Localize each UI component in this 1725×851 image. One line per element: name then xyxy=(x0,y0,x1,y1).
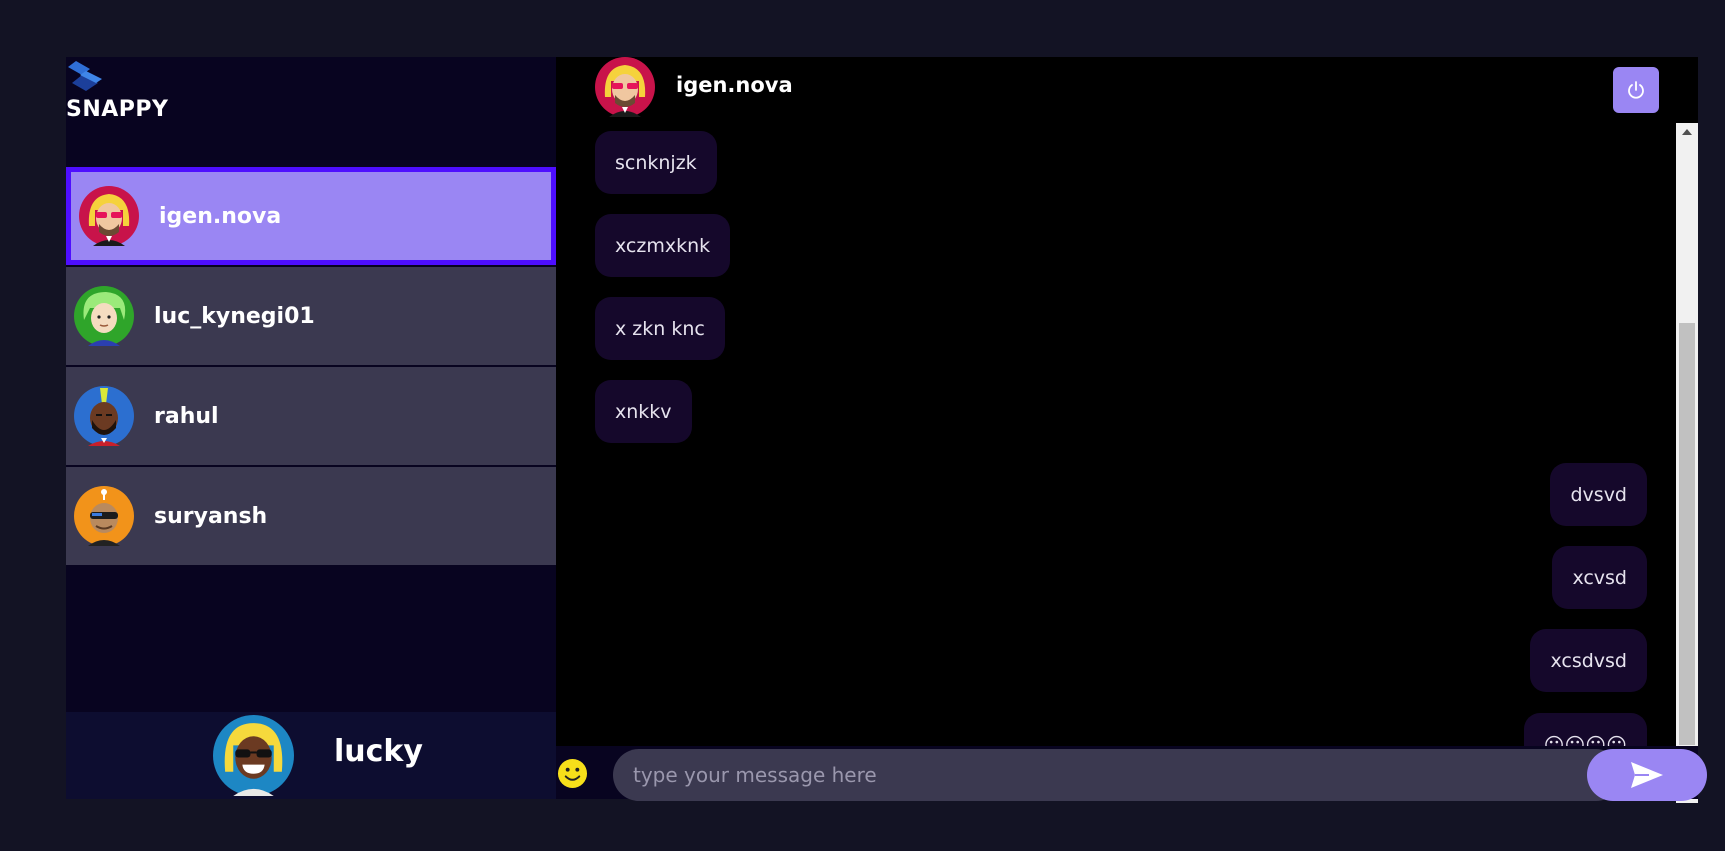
chat-panel: igen.nova scnknjzk xczmxknk x zkn knc xn… xyxy=(556,57,1707,803)
smiley-icon[interactable] xyxy=(557,758,588,789)
contact-list: igen.nova luc_kynegi01 rahul suryansh xyxy=(66,167,556,567)
green-hair-avatar xyxy=(74,286,134,346)
scroll-up-icon[interactable] xyxy=(1682,129,1692,135)
message-sent: dvsvd xyxy=(1550,463,1647,526)
message-received: xczmxknk xyxy=(595,214,731,277)
message-received: scnknjzk xyxy=(595,131,717,194)
chat-header: igen.nova xyxy=(556,57,1698,122)
current-user-panel: lucky xyxy=(66,712,556,799)
brand: SNAPPY xyxy=(66,57,266,132)
blonde-sunglasses-avatar xyxy=(595,57,655,117)
send-arrow-icon xyxy=(1631,762,1663,788)
contact-item-luc-kynegi01[interactable]: luc_kynegi01 xyxy=(66,267,556,365)
message-sent: xcsdvsd xyxy=(1530,629,1647,692)
chat-app: SNAPPY igen.nova luc_kynegi01 rahul sury… xyxy=(66,57,1707,803)
contact-item-igen-nova[interactable]: igen.nova xyxy=(66,167,556,265)
message-composer xyxy=(556,746,1707,801)
chat-contact-name: igen.nova xyxy=(676,73,793,97)
message-received: x zkn knc xyxy=(595,297,725,360)
message-list[interactable]: scnknjzk xczmxknk x zkn knc xnkkv dvsvd … xyxy=(556,123,1676,803)
snappy-logo-icon xyxy=(68,61,102,91)
contact-name: luc_kynegi01 xyxy=(154,303,315,329)
mohawk-beard-avatar xyxy=(74,386,134,446)
contact-name: igen.nova xyxy=(159,203,282,229)
contacts-sidebar: SNAPPY igen.nova luc_kynegi01 rahul sury… xyxy=(66,57,556,799)
contact-name: suryansh xyxy=(154,503,268,529)
scrollbar-thumb[interactable] xyxy=(1679,323,1695,745)
contact-item-rahul[interactable]: rahul xyxy=(66,367,556,465)
message-scrollbar[interactable] xyxy=(1676,123,1698,803)
logout-button[interactable] xyxy=(1613,67,1659,113)
contact-name: rahul xyxy=(154,403,219,429)
message-sent: xcvsd xyxy=(1552,546,1647,609)
send-button[interactable] xyxy=(1587,749,1707,801)
blonde-grin-avatar xyxy=(213,715,294,796)
brand-name: SNAPPY xyxy=(66,97,169,122)
contact-item-suryansh[interactable]: suryansh xyxy=(66,467,556,565)
message-received: xnkkv xyxy=(595,380,692,443)
power-icon xyxy=(1628,81,1644,99)
current-user-name: lucky xyxy=(334,734,423,769)
blonde-sunglasses-avatar xyxy=(79,186,139,246)
message-input[interactable] xyxy=(613,749,1622,801)
robot-shades-avatar xyxy=(74,486,134,546)
